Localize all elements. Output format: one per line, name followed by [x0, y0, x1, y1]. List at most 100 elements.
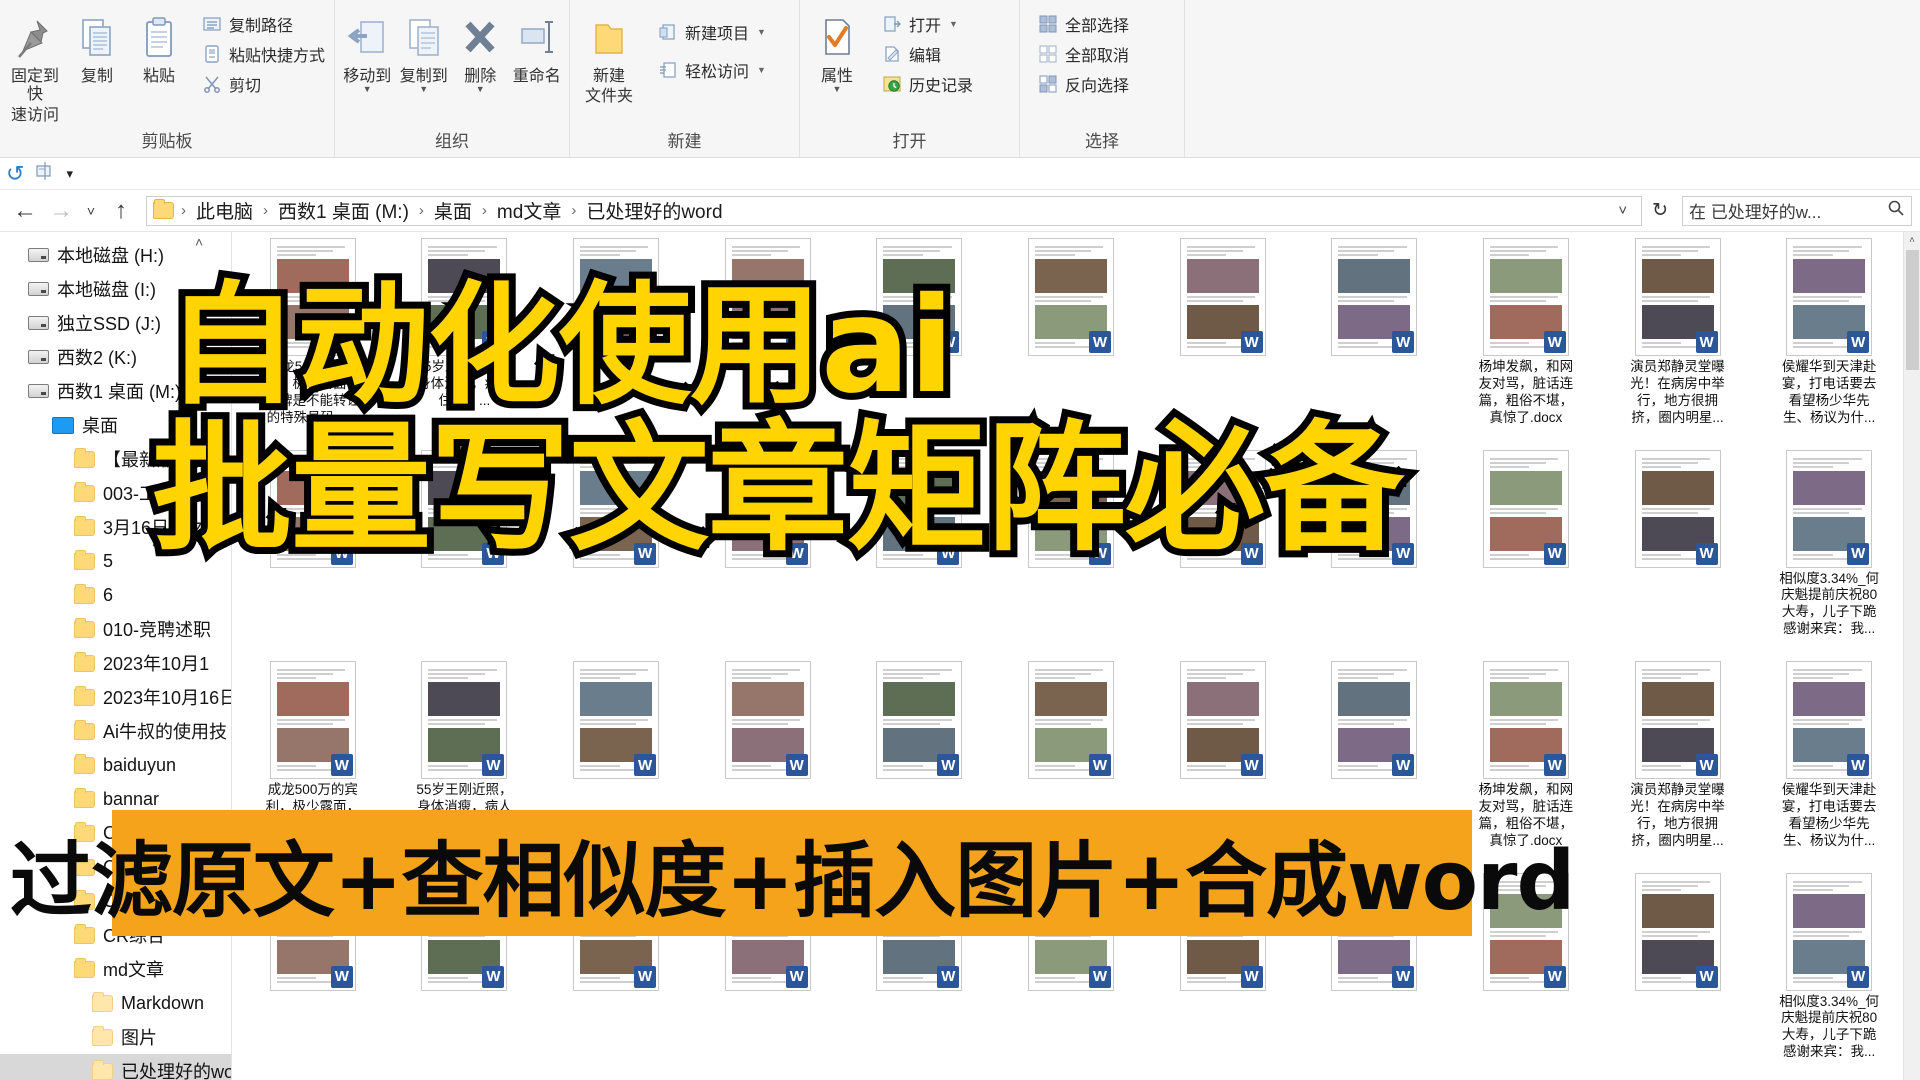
file-tile[interactable]: W 演员郑静灵堂曝光！在病房中举行，地方很拥挤，圈内明星...: [1605, 661, 1751, 869]
open-button[interactable]: 打开 ▼: [876, 10, 978, 38]
file-tile[interactable]: W 侯耀华到天津赴宴，打电话要去看望杨少华先生、杨议为什...: [1756, 661, 1902, 869]
open-chevron-down-icon[interactable]: ▼: [949, 19, 958, 29]
breadcrumb-item-1[interactable]: 西数1 桌面 (M:): [273, 196, 414, 225]
new-folder-button[interactable]: 新建 文件夹: [574, 6, 644, 107]
file-tile[interactable]: W 相似度3.34%_何庆魁提前庆祝80大寿，儿子下跪感谢来宾：我...: [1756, 449, 1902, 658]
file-tile[interactable]: W 相似度3.34%_何庆魁提前庆祝80大寿，儿子下跪感谢来宾：我...: [1756, 872, 1902, 1080]
breadcrumb-item-3[interactable]: md文章: [492, 196, 566, 225]
thumbnail-text-line: [276, 673, 333, 675]
thumbnail-text-line: [1489, 254, 1530, 256]
pin-to-quick-access-button[interactable]: 固定到快 速访问: [4, 6, 66, 125]
breadcrumb[interactable]: › 此电脑 › 西数1 桌面 (M:) › 桌面 › md文章 › 已处理好的w…: [146, 195, 1643, 226]
customize-qat-chevron-down-icon[interactable]: ▾: [66, 166, 73, 182]
paste-shortcut-button[interactable]: 粘贴快捷方式: [196, 40, 330, 68]
breadcrumb-item-2[interactable]: 桌面: [429, 196, 477, 225]
content-scroll-up-arrow-icon[interactable]: ˄: [195, 234, 203, 250]
scrollbar-thumb[interactable]: [1906, 250, 1919, 370]
new-item-chevron-down-icon[interactable]: ▼: [757, 27, 766, 37]
breadcrumb-item-4[interactable]: 已处理好的word: [581, 196, 727, 225]
sidebar-item-12[interactable]: 2023年10月1: [0, 646, 231, 680]
address-dropdown-chevron-down-icon[interactable]: ˅: [1610, 202, 1635, 219]
copy-to-button[interactable]: 复制到 ▼: [396, 6, 453, 94]
sidebar-item-24[interactable]: 已处理好的word: [0, 1054, 231, 1080]
thumbnail-text-line: [1034, 300, 1092, 302]
copy-to-icon: [402, 12, 446, 66]
invert-selection-button[interactable]: 反向选择: [1032, 70, 1134, 98]
delete-chevron-down-icon[interactable]: ▼: [476, 85, 485, 94]
breadcrumb-separator-2[interactable]: ›: [416, 202, 427, 219]
file-thumbnail: W: [269, 661, 356, 779]
copy-to-chevron-down-icon[interactable]: ▼: [419, 85, 428, 94]
thumbnail-text-line: [1641, 254, 1682, 256]
up-button[interactable]: ↑: [104, 194, 138, 228]
back-button[interactable]: ←: [8, 194, 42, 228]
file-tile[interactable]: W 演员郑静灵堂曝光！在病房中举行，地方很拥挤，圈内明星...: [1605, 238, 1751, 446]
properties-icon: [817, 12, 857, 66]
folder-icon: [74, 957, 95, 978]
edit-button[interactable]: 编辑: [876, 40, 978, 68]
thumbnail-text-line: [276, 677, 317, 679]
easy-access-button[interactable]: 轻松访问 ▼: [652, 56, 771, 84]
breadcrumb-separator-3[interactable]: ›: [479, 202, 490, 219]
recent-locations-chevron-down-icon[interactable]: ˅: [80, 194, 102, 228]
breadcrumb-separator-4[interactable]: ›: [568, 202, 579, 219]
thumbnail-text-line: [731, 250, 788, 252]
sidebar-item-10[interactable]: 6: [0, 578, 231, 612]
breadcrumb-separator-1[interactable]: ›: [260, 202, 271, 219]
thumbnail-text-line: [1641, 553, 1682, 556]
thumbnail-text-line: [1186, 669, 1256, 671]
search-input[interactable]: 在 已处理好的w...: [1682, 195, 1912, 226]
file-tile[interactable]: W: [1605, 872, 1751, 1080]
breadcrumb-separator-0[interactable]: ›: [178, 202, 189, 219]
scroll-up-arrow-icon[interactable]: ˄: [1904, 232, 1920, 249]
file-thumbnail: W: [1482, 661, 1569, 779]
cut-label: 剪切: [229, 78, 262, 95]
undo-icon[interactable]: ↺: [6, 161, 24, 187]
properties-chevron-down-icon[interactable]: ▼: [833, 85, 842, 94]
new-item-button[interactable]: 新建项目 ▼: [652, 18, 771, 46]
thumbnail-text-line: [1034, 723, 1092, 725]
properties-button[interactable]: 属性 ▼: [804, 6, 870, 94]
file-tile[interactable]: W 杨坤发飙，和网友对骂，脏话连篇，粗俗不堪，真惊了.docx: [1453, 238, 1599, 446]
properties-qat-icon[interactable]: [34, 161, 56, 186]
move-to-button[interactable]: 移动到 ▼: [339, 6, 396, 94]
copy-path-button[interactable]: 复制路径: [196, 10, 330, 38]
drive-icon: [28, 316, 49, 330]
sidebar-item-14[interactable]: Ai牛叔的使用技: [0, 714, 231, 748]
paste-button[interactable]: 粘贴: [128, 6, 190, 86]
file-tile[interactable]: W: [1453, 449, 1599, 658]
thumbnail-text-line: [1793, 934, 1850, 937]
ribbon-group-organize: 移动到 ▼ 复制到 ▼ 删除 ▼ 重命名 组织: [335, 0, 570, 157]
word-file-type-icon: W: [1088, 965, 1111, 988]
word-file-type-icon: W: [785, 754, 808, 776]
file-tile[interactable]: W: [1605, 449, 1751, 658]
refresh-button[interactable]: ↻: [1644, 199, 1676, 222]
rename-button[interactable]: 重命名: [509, 6, 566, 86]
thumbnail-text-line: [1186, 246, 1256, 248]
history-button[interactable]: 历史记录: [876, 70, 978, 98]
sidebar-item-15[interactable]: baiduyun: [0, 748, 231, 782]
sidebar-item-11[interactable]: 010-竞聘述职: [0, 612, 231, 646]
sidebar-item-21[interactable]: md文章: [0, 952, 231, 986]
move-to-chevron-down-icon[interactable]: ▼: [363, 85, 372, 94]
thumbnail-text-line: [1338, 342, 1378, 344]
select-none-button[interactable]: 全部取消: [1032, 40, 1134, 68]
search-icon[interactable]: [1887, 199, 1905, 222]
thumbnail-text-line: [1338, 765, 1378, 767]
file-tile[interactable]: W 侯耀华到天津赴宴，打电话要去看望杨少华先生、杨议为什...: [1756, 238, 1902, 446]
file-thumbnail: W: [1179, 238, 1266, 356]
thumbnail-text-line: [1793, 888, 1833, 891]
thumbnail-text-line: [428, 677, 469, 679]
sidebar-item-22[interactable]: Markdown: [0, 986, 231, 1020]
delete-button[interactable]: 删除 ▼: [452, 6, 509, 94]
cut-button[interactable]: 剪切: [196, 70, 330, 98]
vertical-scrollbar[interactable]: ˄: [1903, 232, 1920, 1080]
breadcrumb-item-0[interactable]: 此电脑: [191, 196, 258, 225]
select-all-button[interactable]: 全部选择: [1032, 10, 1134, 38]
overlay-banner-text: 过滤原文+查相似度+插入图片+合成word: [9, 833, 1575, 929]
copy-button[interactable]: 复制: [66, 6, 128, 86]
sidebar-item-23[interactable]: 图片: [0, 1020, 231, 1054]
forward-button[interactable]: →: [44, 194, 78, 228]
sidebar-item-13[interactable]: 2023年10月16日: [0, 680, 231, 714]
easy-access-chevron-down-icon[interactable]: ▼: [757, 65, 766, 75]
